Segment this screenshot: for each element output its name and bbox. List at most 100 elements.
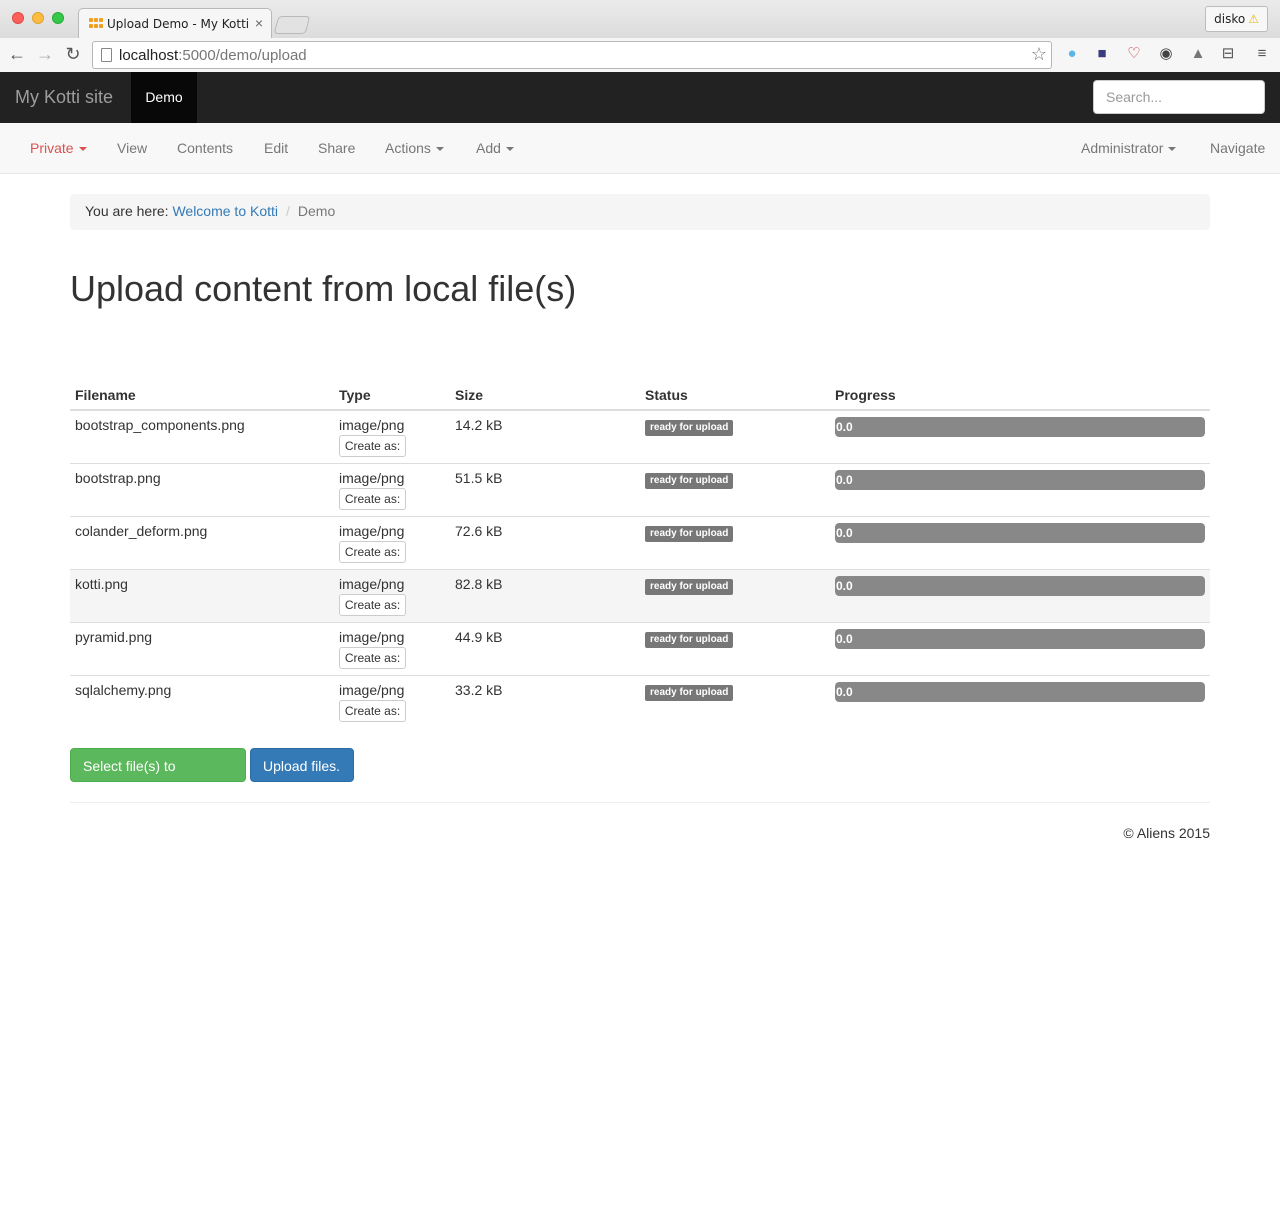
add-dropdown[interactable]: Add: [476, 123, 514, 173]
browser-toolbar: ← → ↻ localhost:5000/demo/upload ☆ ● ■ ♡…: [0, 38, 1280, 72]
progress-cell: 0.0: [830, 569, 1210, 623]
status-badge: ready for upload: [645, 632, 734, 648]
progress-bar: 0.0: [835, 523, 1205, 543]
header-progress: Progress: [830, 377, 1210, 411]
nav-item-demo[interactable]: Demo: [131, 72, 197, 123]
header-filename: Filename: [70, 377, 334, 411]
progress-fill: 0.0: [835, 576, 1205, 596]
upload-files-button[interactable]: Upload files.: [250, 748, 354, 782]
progress-bar: 0.0: [835, 682, 1205, 702]
status-badge: ready for upload: [645, 526, 734, 542]
type-cell: image/png Create as:: [334, 463, 450, 517]
progress-fill: 0.0: [835, 629, 1205, 649]
profile-name: disko: [1214, 12, 1246, 26]
extension-icon[interactable]: ■: [1092, 44, 1112, 64]
actions-dropdown[interactable]: Actions: [385, 123, 444, 173]
progress-bar: 0.0: [835, 417, 1205, 437]
progress-fill: 0.0: [835, 682, 1205, 702]
heart-extension-icon[interactable]: ♡: [1124, 44, 1144, 64]
status-cell: ready for upload: [640, 569, 830, 623]
create-as-button[interactable]: Create as:: [339, 541, 406, 563]
filename-cell: bootstrap_components.png: [70, 409, 334, 464]
address-bar[interactable]: localhost:5000/demo/upload ☆: [92, 41, 1052, 69]
angular-extension-icon[interactable]: ▲: [1188, 44, 1208, 64]
printer-extension-icon[interactable]: ⊟: [1218, 44, 1238, 64]
administrator-dropdown[interactable]: Administrator: [1081, 123, 1177, 173]
browser-titlebar: Upload Demo - My Kotti site × disko⚠: [0, 0, 1280, 38]
menu-icon[interactable]: ≡: [1252, 44, 1272, 64]
breadcrumb-current: Demo: [297, 203, 336, 219]
status-badge: ready for upload: [645, 420, 734, 436]
status-cell: ready for upload: [640, 409, 830, 464]
progress-bar: 0.0: [835, 629, 1205, 649]
table-row: sqlalchemy.png image/png Create as: 33.2 …: [70, 675, 1210, 729]
create-as-button[interactable]: Create as:: [339, 488, 406, 510]
url-text[interactable]: localhost:5000/demo/upload: [119, 47, 307, 64]
top-navbar: My Kotti site Demo: [0, 72, 1280, 123]
size-cell: 51.5 kB: [450, 463, 640, 517]
size-cell: 72.6 kB: [450, 516, 640, 570]
filename-cell: pyramid.png: [70, 622, 334, 676]
table-row: colander_deform.png image/png Create as: …: [70, 516, 1210, 570]
breadcrumb-link-home[interactable]: Welcome to Kotti: [172, 203, 278, 219]
status-badge: ready for upload: [645, 579, 734, 595]
progress-bar: 0.0: [835, 576, 1205, 596]
status-badge: ready for upload: [645, 685, 734, 701]
search-input[interactable]: [1093, 80, 1265, 114]
progress-fill: 0.0: [835, 417, 1205, 437]
browser-tab[interactable]: Upload Demo - My Kotti site ×: [78, 8, 272, 38]
page-title: Upload content from local file(s): [70, 268, 577, 309]
size-cell: 33.2 kB: [450, 675, 640, 729]
upload-table: Filename Type Size Status Progress boots…: [70, 377, 1210, 729]
table-row: bootstrap.png image/png Create as: 51.5 k…: [70, 463, 1210, 517]
ghostery-extension-icon[interactable]: ●: [1062, 44, 1082, 64]
contents-link[interactable]: Contents: [177, 123, 233, 173]
create-as-button[interactable]: Create as:: [339, 594, 406, 616]
warning-icon: ⚠: [1248, 12, 1259, 26]
create-as-button[interactable]: Create as:: [339, 647, 406, 669]
profile-button[interactable]: disko ⚠: [1205, 6, 1268, 32]
navigate-link[interactable]: Navigate: [1210, 123, 1265, 173]
footer-copyright: © Aliens 2015: [1123, 825, 1210, 841]
reload-icon[interactable]: ↻: [62, 43, 84, 65]
select-files-button[interactable]: Select file(s) to upload...: [70, 748, 246, 808]
breadcrumb-prefix: You are here:: [85, 203, 169, 219]
bookmark-star-icon[interactable]: ☆: [1031, 44, 1047, 65]
header-size: Size: [450, 377, 640, 411]
edit-link[interactable]: Edit: [264, 123, 288, 173]
status-cell: ready for upload: [640, 622, 830, 676]
private-dropdown[interactable]: Private: [30, 123, 87, 173]
back-arrow-icon[interactable]: ←: [6, 43, 28, 65]
status-badge: ready for upload: [645, 473, 734, 489]
filename-cell: colander_deform.png: [70, 516, 334, 570]
filename-cell: bootstrap.png: [70, 463, 334, 517]
filename-cell: sqlalchemy.png: [70, 675, 334, 729]
site-brand[interactable]: My Kotti site: [15, 87, 113, 108]
progress-cell: 0.0: [830, 409, 1210, 464]
view-link[interactable]: View: [117, 123, 147, 173]
type-cell: image/png Create as:: [334, 409, 450, 464]
caret-down-icon: [435, 147, 444, 152]
minimize-window-button[interactable]: [32, 12, 44, 24]
share-link[interactable]: Share: [318, 123, 355, 173]
type-cell: image/png Create as:: [334, 675, 450, 729]
tab-close-icon[interactable]: ×: [255, 15, 263, 31]
status-cell: ready for upload: [640, 463, 830, 517]
table-row: bootstrap_components.png image/png Create…: [70, 409, 1210, 464]
kotti-favicon-icon: [89, 18, 103, 28]
new-tab-button[interactable]: [273, 16, 311, 34]
maximize-window-button[interactable]: [52, 12, 64, 24]
filename-cell: kotti.png: [70, 569, 334, 623]
progress-bar: 0.0: [835, 470, 1205, 490]
table-row: pyramid.png image/png Create as: 44.9 kB …: [70, 622, 1210, 676]
close-window-button[interactable]: [12, 12, 24, 24]
forward-arrow-icon[interactable]: →: [34, 43, 56, 65]
onepassword-extension-icon[interactable]: ◉: [1156, 44, 1176, 64]
type-cell: image/png Create as:: [334, 622, 450, 676]
progress-fill: 0.0: [835, 470, 1205, 490]
create-as-button[interactable]: Create as:: [339, 435, 406, 457]
caret-down-icon: [78, 147, 87, 152]
create-as-button[interactable]: Create as:: [339, 700, 406, 722]
tab-title: Upload Demo - My Kotti site: [107, 17, 253, 31]
browser-chrome: Upload Demo - My Kotti site × disko⚠ ← →…: [0, 0, 1280, 72]
